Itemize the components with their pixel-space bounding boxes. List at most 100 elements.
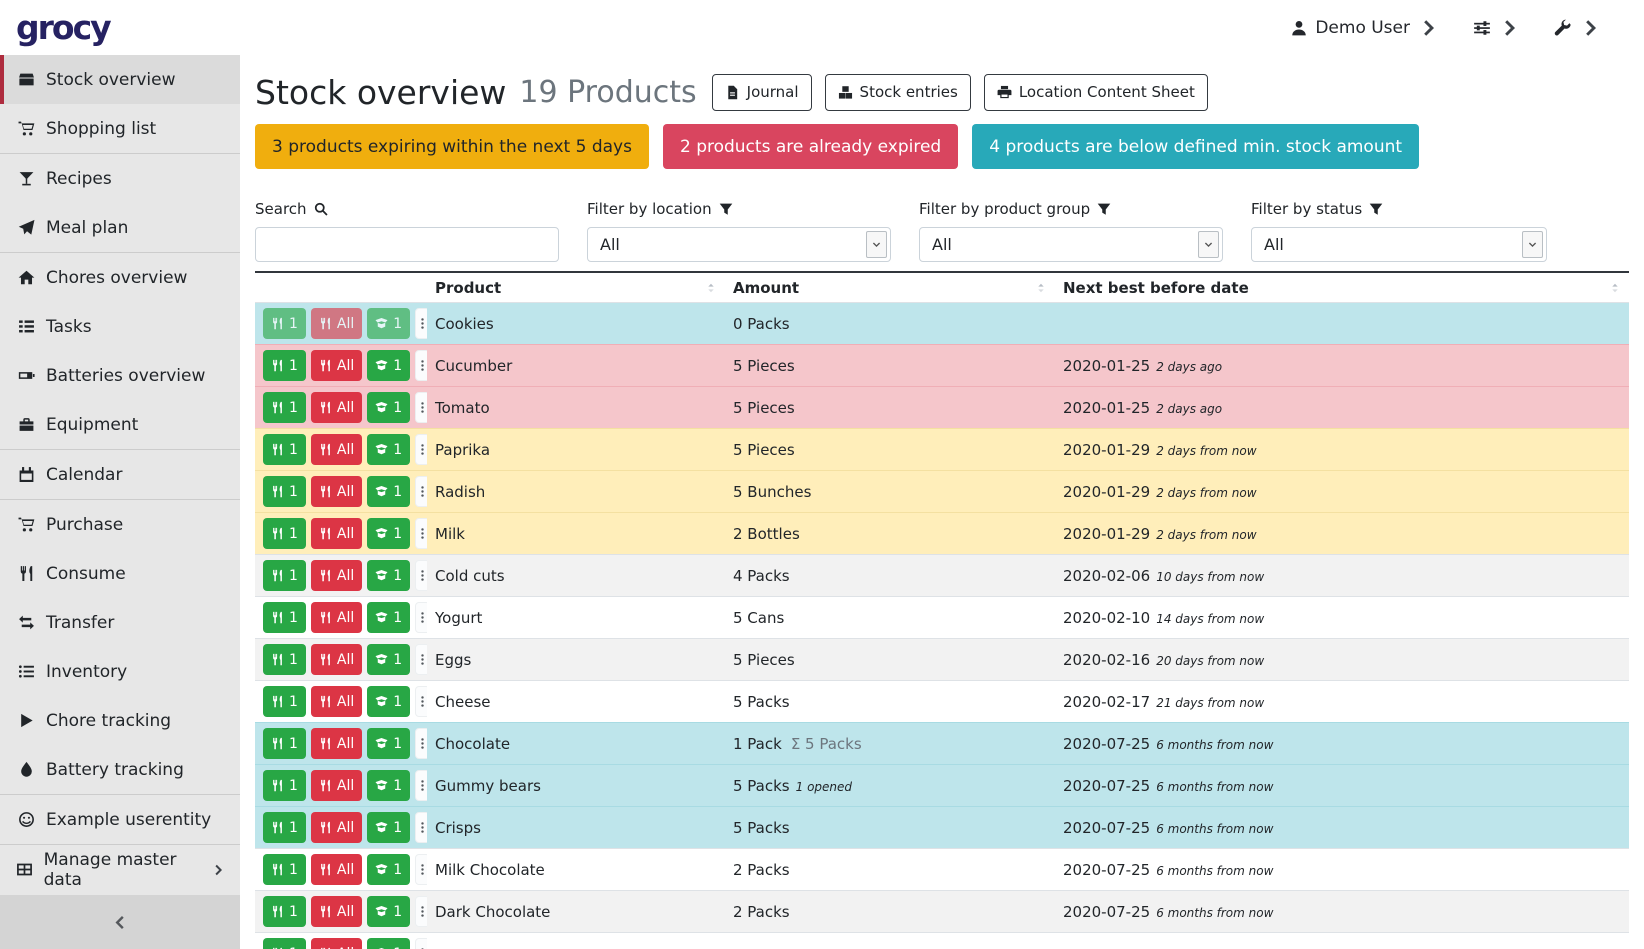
- consume-all-button[interactable]: All: [311, 476, 362, 507]
- consume-one-button[interactable]: 1: [263, 476, 306, 507]
- open-one-button[interactable]: 1: [367, 350, 410, 381]
- row-menu-button[interactable]: [415, 854, 427, 885]
- settings-menu[interactable]: [1473, 19, 1518, 37]
- user-menu[interactable]: Demo User: [1290, 18, 1437, 38]
- open-one-button[interactable]: 1: [367, 896, 410, 927]
- grocy-logo[interactable]: grocy: [16, 8, 110, 47]
- best-before-column-header[interactable]: Next best before date: [1055, 272, 1629, 303]
- utensils-icon: [271, 527, 284, 540]
- sidebar-item-calendar[interactable]: Calendar: [0, 450, 240, 499]
- consume-one-button[interactable]: 1: [263, 560, 306, 591]
- sidebar-item-batteries-overview[interactable]: Batteries overview: [0, 351, 240, 400]
- open-one-button[interactable]: 1: [367, 434, 410, 465]
- consume-all-button[interactable]: All: [311, 770, 362, 801]
- consume-one-button[interactable]: 1: [263, 434, 306, 465]
- row-menu-button[interactable]: [415, 308, 427, 339]
- row-menu-button[interactable]: [415, 644, 427, 675]
- consume-all-button[interactable]: All: [311, 350, 362, 381]
- consume-one-button[interactable]: 1: [263, 686, 306, 717]
- open-one-button[interactable]: 1: [367, 728, 410, 759]
- consume-all-button[interactable]: All: [311, 854, 362, 885]
- search-input[interactable]: [255, 227, 559, 262]
- consume-all-button[interactable]: All: [311, 308, 362, 339]
- consume-one-button[interactable]: 1: [263, 350, 306, 381]
- sidebar-item-equipment[interactable]: Equipment: [0, 400, 240, 449]
- sidebar-item-shopping-list[interactable]: Shopping list: [0, 104, 240, 153]
- consume-one-button[interactable]: 1: [263, 728, 306, 759]
- sidebar-item-stock-overview[interactable]: Stock overview: [0, 55, 240, 104]
- alert-info[interactable]: 4 products are below defined min. stock …: [972, 124, 1419, 169]
- consume-one-button[interactable]: 1: [263, 644, 306, 675]
- row-menu-button[interactable]: [415, 434, 427, 465]
- row-menu-button[interactable]: [415, 896, 427, 927]
- sidebar-item-transfer[interactable]: Transfer: [0, 598, 240, 647]
- row-menu-button[interactable]: [415, 728, 427, 759]
- row-menu-button[interactable]: [415, 518, 427, 549]
- alert-warning[interactable]: 3 products expiring within the next 5 da…: [255, 124, 649, 169]
- consume-one-button[interactable]: 1: [263, 812, 306, 843]
- sidebar-item-chore-tracking[interactable]: Chore tracking: [0, 696, 240, 745]
- consume-all-button[interactable]: All: [311, 560, 362, 591]
- open-one-button[interactable]: 1: [367, 308, 410, 339]
- status-filter-select[interactable]: All: [1251, 227, 1547, 262]
- consume-all-button[interactable]: All: [311, 392, 362, 423]
- consume-one-button[interactable]: 1: [263, 602, 306, 633]
- journal-button[interactable]: Journal: [712, 74, 812, 111]
- amount-column-header[interactable]: Amount: [725, 272, 1055, 303]
- sidebar-item-consume[interactable]: Consume: [0, 549, 240, 598]
- row-menu-button[interactable]: [415, 938, 427, 949]
- row-menu-button[interactable]: [415, 350, 427, 381]
- row-menu-button[interactable]: [415, 602, 427, 633]
- open-one-button[interactable]: 1: [367, 476, 410, 507]
- sidebar-item-inventory[interactable]: Inventory: [0, 647, 240, 696]
- consume-one-button[interactable]: 1: [263, 854, 306, 885]
- consume-all-button[interactable]: All: [311, 518, 362, 549]
- open-one-button[interactable]: 1: [367, 770, 410, 801]
- consume-all-button[interactable]: All: [311, 896, 362, 927]
- sidebar-item-battery-tracking[interactable]: Battery tracking: [0, 745, 240, 794]
- consume-all-button[interactable]: All: [311, 686, 362, 717]
- consume-all-button[interactable]: All: [311, 644, 362, 675]
- consume-one-button[interactable]: 1: [263, 392, 306, 423]
- sidebar-item-chores-overview[interactable]: Chores overview: [0, 253, 240, 302]
- open-one-button[interactable]: 1: [367, 686, 410, 717]
- consume-one-button[interactable]: 1: [263, 308, 306, 339]
- location-content-sheet-button[interactable]: Location Content Sheet: [984, 74, 1208, 111]
- product-group-filter-select[interactable]: All: [919, 227, 1223, 262]
- open-one-button[interactable]: 1: [367, 644, 410, 675]
- open-one-button[interactable]: 1: [367, 812, 410, 843]
- sidebar-collapse-button[interactable]: [0, 895, 240, 949]
- sidebar-item-meal-plan[interactable]: Meal plan: [0, 203, 240, 252]
- consume-all-button[interactable]: All: [311, 728, 362, 759]
- open-one-button[interactable]: 1: [367, 938, 410, 949]
- open-one-button[interactable]: 1: [367, 602, 410, 633]
- consume-one-button[interactable]: 1: [263, 938, 306, 949]
- open-one-button[interactable]: 1: [367, 392, 410, 423]
- product-column-header[interactable]: Product: [427, 272, 725, 303]
- consume-all-button[interactable]: All: [311, 812, 362, 843]
- consume-one-button[interactable]: 1: [263, 896, 306, 927]
- admin-menu[interactable]: [1554, 19, 1599, 37]
- sidebar-item-example-userentity[interactable]: Example userentity: [0, 795, 240, 844]
- consume-all-button[interactable]: All: [311, 938, 362, 949]
- stock-entries-button[interactable]: Stock entries: [825, 74, 971, 111]
- row-menu-button[interactable]: [415, 560, 427, 591]
- open-one-button[interactable]: 1: [367, 518, 410, 549]
- alert-danger[interactable]: 2 products are already expired: [663, 124, 958, 169]
- sidebar-item-recipes[interactable]: Recipes: [0, 154, 240, 203]
- row-menu-button[interactable]: [415, 812, 427, 843]
- location-filter-select[interactable]: All: [587, 227, 891, 262]
- consume-all-button[interactable]: All: [311, 434, 362, 465]
- consume-one-button[interactable]: 1: [263, 518, 306, 549]
- open-one-button[interactable]: 1: [367, 854, 410, 885]
- row-menu-button[interactable]: [415, 476, 427, 507]
- row-menu-button[interactable]: [415, 770, 427, 801]
- row-menu-button[interactable]: [415, 686, 427, 717]
- sidebar-item-purchase[interactable]: Purchase: [0, 500, 240, 549]
- row-menu-button[interactable]: [415, 392, 427, 423]
- sidebar-item-manage-master-data[interactable]: Manage master data: [0, 845, 240, 894]
- consume-one-button[interactable]: 1: [263, 770, 306, 801]
- sidebar-item-tasks[interactable]: Tasks: [0, 302, 240, 351]
- consume-all-button[interactable]: All: [311, 602, 362, 633]
- open-one-button[interactable]: 1: [367, 560, 410, 591]
